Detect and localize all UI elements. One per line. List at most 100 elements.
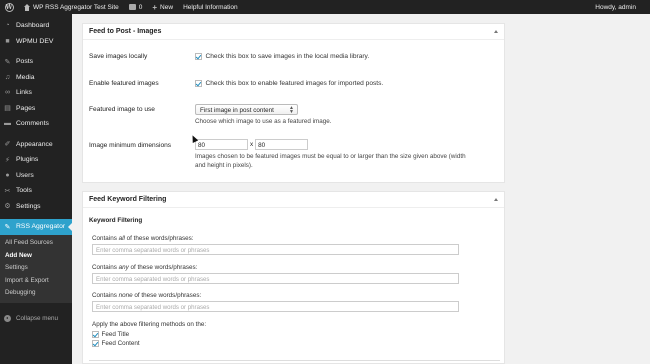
site-name: WP RSS Aggregator Test Site [33,3,119,11]
min-dim-desc-line-2: and height in pixels). [195,162,253,169]
label-emphasis: none [118,292,133,299]
menu-label: Comments [16,120,49,128]
new-content-link[interactable]: + New [147,0,178,14]
featured-images-field: Check this box to enable featured images… [195,80,383,87]
comments-icon: ▬ [4,120,11,128]
site-name-link[interactable]: WP RSS Aggregator Test Site [18,0,124,14]
admin-sidebar: ◔ Dashboard ■ WPMU DEV ✎ Posts ♫ Media ∞ Link… [0,14,72,364]
feed-content-label: Feed Content [101,340,140,347]
featured-use-field: First image in post content ▲ ▼ Choose whi… [195,104,332,126]
submenu-import-export[interactable]: Import & Export [0,274,72,287]
images-postbox-header[interactable]: Feed to Post - Images [83,24,504,40]
submenu-all-feed-sources[interactable]: All Feed Sources [0,237,72,250]
submenu-add-new[interactable]: Add New [0,249,72,262]
label-suffix: of these words/phrases: [124,235,194,242]
menu-posts[interactable]: ✎ Posts [0,54,72,70]
menu-users[interactable]: ● Users [0,168,72,184]
helpful-information-label: Helpful Information [183,3,238,11]
save-images-label: Save images locally [89,53,148,60]
min-width-input[interactable]: 80 [195,139,248,150]
featured-use-description: Choose which image to use as a featured … [195,118,332,125]
dashboard-icon: ◔ [5,22,10,30]
settings-icon: ⚙ [4,203,11,211]
menu-plugins[interactable]: ⚡ Plugins [0,152,72,168]
menu-comments[interactable]: ▬ Comments [0,116,72,132]
new-label: New [160,3,174,11]
menu-media[interactable]: ♫ Media [0,70,72,86]
menu-label: Users [16,171,34,179]
menu-rss-aggregator[interactable]: ✎ RSS Aggregator [0,219,72,235]
media-icon: ♫ [4,73,11,81]
menu-label: Links [16,89,32,97]
dimension-separator: x [250,141,254,148]
min-dimensions-field: 80 x 80 Images chosen to be featured image… [195,139,495,170]
save-images-field: Check this box to save images in the loc… [195,53,369,60]
wordpress-logo-icon[interactable]: W [0,0,18,14]
keyword-filtering-postbox: Feed Keyword Filtering Keyword Filtering… [82,191,505,364]
label-suffix: of these words/phrases: [128,264,198,271]
featured-image-select[interactable]: First image in post content ▲ ▼ [195,104,298,115]
featured-images-checkbox[interactable] [195,80,202,87]
min-height-input[interactable]: 80 [255,139,309,150]
account-menu[interactable]: Howdy, admin [590,0,650,14]
label-suffix: of these words/phrases: [132,292,202,299]
menu-settings[interactable]: ⚙ Settings [0,199,72,215]
pin-icon: ✎ [4,58,11,66]
submenu-settings[interactable]: Settings [0,262,72,275]
rss-aggregator-submenu: All Feed Sources Add New Settings Import… [0,234,72,303]
helpful-information-link[interactable]: Helpful Information [178,0,243,14]
divider [89,360,500,361]
collapse-menu-button[interactable]: Collapse menu [0,310,72,326]
featured-images-text: Check this box to enable featured images… [205,80,384,87]
collapse-icon [4,314,11,322]
pages-icon: ▤ [4,105,11,113]
users-icon: ● [5,171,10,179]
contains-none-label: Contains none of these words/phrases: [92,292,201,299]
collapse-toggle-icon[interactable] [494,198,498,201]
menu-appearance[interactable]: ✐ Appearance [0,137,72,153]
collapse-label: Collapse menu [16,314,59,322]
howdy-label: Howdy, admin [595,3,636,11]
feed-title-option: Feed Title [92,331,129,338]
menu-label: Media [16,73,35,81]
menu-label: WPMU DEV [16,37,54,45]
submenu-debugging[interactable]: Debugging [0,287,72,300]
contains-all-input[interactable]: Enter comma separated words or phrases [92,244,459,255]
save-images-checkbox[interactable] [195,53,202,60]
feed-title-checkbox[interactable] [92,331,99,338]
featured-use-label: Featured image to use [89,106,155,113]
contains-any-input[interactable]: Enter comma separated words or phrases [92,273,459,284]
comment-icon [128,4,136,10]
menu-label: Posts [16,58,33,66]
label-prefix: Contains [92,292,119,299]
menu-wpmudev[interactable]: ■ WPMU DEV [0,34,72,50]
save-images-text: Check this box to save images in the loc… [205,53,370,60]
select-arrows-icon: ▲ ▼ [289,105,294,115]
menu-label: Pages [16,104,36,112]
menu-label: Appearance [16,140,53,148]
label-emphasis: any [118,264,129,271]
menu-label: Plugins [16,156,39,164]
contains-all-label: Contains all of these words/phrases: [92,235,194,242]
featured-image-select-value: First image in post content [200,106,274,114]
label-prefix: Contains [92,264,119,271]
keyword-filtering-subtitle: Keyword Filtering [89,217,143,224]
menu-pages[interactable]: ▤ Pages [0,101,72,117]
pin-icon: ✎ [4,223,11,231]
collapse-toggle-icon[interactable] [494,30,498,33]
comments-link[interactable]: 0 [124,0,148,14]
plus-icon: + [152,2,158,12]
menu-links[interactable]: ∞ Links [0,85,72,101]
feed-content-option: Feed Content [92,340,140,347]
images-postbox: Feed to Post - Images Save images locall… [82,23,505,183]
contains-none-input[interactable]: Enter comma separated words or phrases [92,301,459,312]
menu-label: Dashboard [16,22,50,30]
contains-any-label: Contains any of these words/phrases: [92,264,197,271]
menu-dashboard[interactable]: ◔ Dashboard [0,18,72,34]
feed-content-checkbox[interactable] [92,340,99,347]
apply-filtering-label: Apply the above filtering methods on the… [92,321,207,328]
menu-tools[interactable]: ✂ Tools [0,183,72,199]
keyword-postbox-header[interactable]: Feed Keyword Filtering [83,192,504,208]
feed-title-label: Feed Title [101,331,130,338]
plugins-icon: ⚡ [5,156,10,164]
